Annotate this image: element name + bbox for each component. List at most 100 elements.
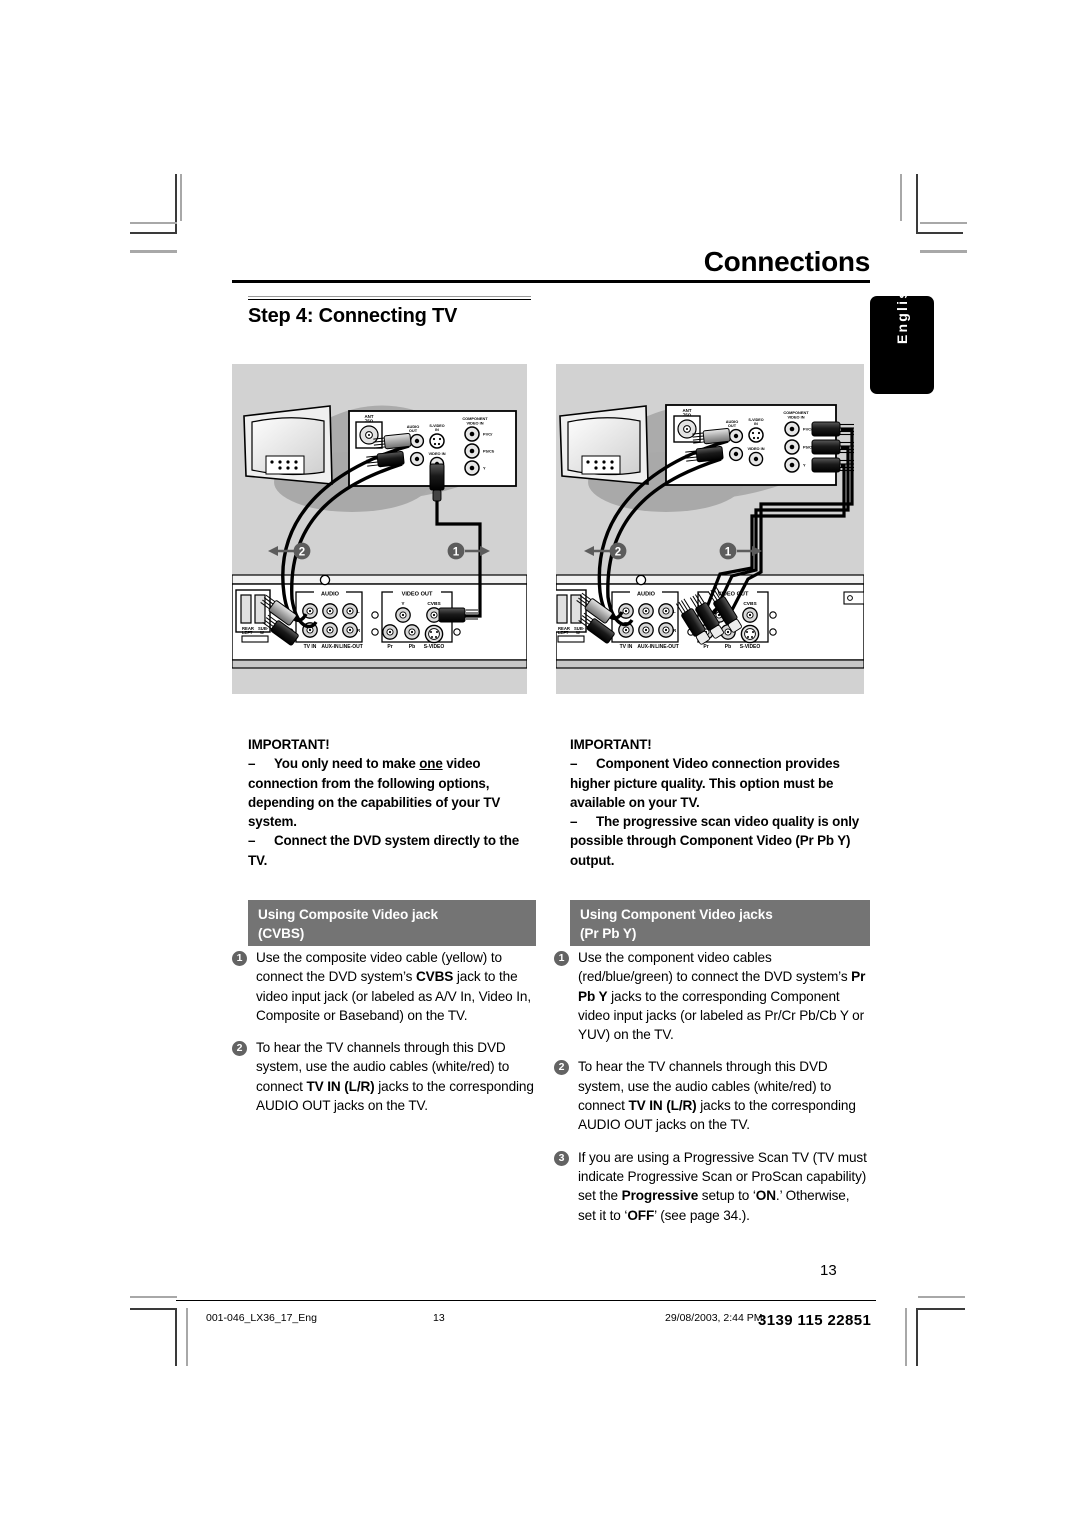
instruction-item: 3 If you are using a Progressive Scan TV … [554,1148,870,1225]
crop-mark-top-left-bleed [180,174,182,221]
svg-text:2: 2 [299,546,305,558]
crop-mark-top-right-horizontal [916,232,963,234]
svg-text:2: 2 [615,546,621,558]
svg-text:IN: IN [435,428,439,432]
crop-mark-bottom-right-vertical [916,1308,918,1366]
svg-text:AUX-IN: AUX-IN [321,644,339,650]
svg-text:S-VIDEO: S-VIDEO [740,644,761,650]
crop-mark-top-right-bleed3 [920,250,967,253]
important-note-right: IMPORTANT! – Component Video connection p… [570,735,870,870]
instruction-fragment: jacks to the corresponding Component vid… [578,988,865,1043]
dash-marker: – [570,756,578,772]
instruction-list-component: 1 Use the component video cables (red/blu… [554,948,870,1238]
component-diagram-illustration: ANT 75Ω AUDIO OUT S-VIDEO IN VIDEO IN CO… [556,404,864,669]
svg-text:Pb: Pb [409,644,415,650]
dash-marker: – [248,756,256,772]
svg-text:IN: IN [754,422,758,426]
footer-divider [176,1300,876,1301]
svg-text:L: L [357,609,360,614]
svg-text:L: L [673,609,676,614]
page-title: Connections [703,246,871,277]
svg-text:Pb: Pb [725,644,731,650]
important-item-left-2-text: Connect the DVD system directly to the T… [248,833,520,868]
page-number: 13 [820,1262,837,1279]
step-rule-dark [248,299,531,300]
important-title-right: IMPORTANT! [570,737,652,752]
crop-mark-top-left-bleed2 [130,222,177,224]
svg-text:Pr/Cr: Pr/Cr [803,427,813,432]
crop-mark-bottom-left-vertical [175,1308,177,1366]
page-header: Connections [232,248,870,283]
section-header-composite: Using Composite Video jack (CVBS) [248,900,536,946]
section-header-component-line1: Using Component Video jacks [580,907,773,922]
footer-filename: 001-046_LX36_17_Eng [206,1312,317,1324]
crop-mark-top-right-bleed2 [920,222,967,224]
important-item-left-1: – You only need to make one video connect… [248,754,536,831]
crop-mark-bottom-left-bleed2 [130,1296,177,1298]
svg-text:LEFT: LEFT [242,630,253,635]
crop-mark-top-right-bleed [900,174,902,221]
instruction-item: 2 To hear the TV channels through this DV… [554,1057,870,1134]
svg-text:CVBS: CVBS [427,601,441,607]
important-item-left-1-pre: You only need to make [274,756,420,772]
crop-mark-top-left-bleed3 [130,250,177,253]
svg-text:Pb/Cb: Pb/Cb [483,449,495,454]
instruction-emphasis: ON [755,1188,776,1204]
important-note-left: IMPORTANT! – You only need to make one vi… [248,735,536,870]
instruction-fragment: Use the component video cables (red/blue… [578,950,852,985]
crop-mark-top-left-horizontal [130,232,177,234]
instruction-number-badge: 2 [554,1060,569,1076]
svg-text:VIDEO IN: VIDEO IN [787,415,804,420]
svg-text:VIDEO IN: VIDEO IN [466,421,483,426]
svg-text:VIDEO OUT: VIDEO OUT [402,592,433,598]
header-divider [232,280,870,283]
instruction-text: Use the composite video cable (yellow) t… [256,950,531,1023]
instruction-text: To hear the TV channels through this DVD… [578,1059,856,1132]
important-item-right-1: – Component Video connection provides hig… [570,754,870,812]
svg-text:OUT: OUT [409,428,418,433]
svg-text:Y: Y [803,463,806,468]
instruction-number-badge: 3 [554,1150,569,1166]
crop-mark-bottom-right-horizontal [918,1308,965,1310]
svg-text:LINE-OUT: LINE-OUT [339,644,363,650]
svg-text:CVBS: CVBS [743,601,757,607]
section-header-composite-line1: Using Composite Video jack [258,907,438,922]
footer-page-number: 13 [433,1312,445,1324]
step-heading-group: Step 4: Connecting TV [248,296,538,328]
important-item-right-1-text: Component Video connection provides high… [570,756,840,810]
instruction-item: 1 Use the composite video cable (yellow) … [232,948,536,1025]
crop-mark-top-right-vertical [916,174,918,234]
crop-mark-bottom-right-bleed [905,1308,907,1366]
svg-text:AUDIO: AUDIO [321,592,340,598]
svg-text:Pr/Cr: Pr/Cr [483,432,493,437]
svg-text:Y: Y [483,466,486,471]
component-video-connection-diagram: ANT 75Ω AUDIO OUT S-VIDEO IN VIDEO IN CO… [556,364,864,694]
important-title-left: IMPORTANT! [248,737,330,752]
svg-text:1: 1 [725,546,732,558]
instruction-number-badge: 1 [232,951,247,966]
crop-mark-top-left-vertical [175,174,177,234]
svg-text:1: 1 [453,546,460,558]
instruction-text: If you are using a Progressive Scan TV (… [578,1150,867,1223]
instruction-list-composite: 1 Use the composite video cable (yellow) … [232,948,536,1128]
svg-text:W: W [260,630,264,635]
footer-timestamp: 29/08/2003, 2:44 PM [665,1312,763,1324]
instruction-text: To hear the TV channels through this DVD… [256,1040,534,1113]
instruction-fragment: setup to ‘ [698,1188,756,1204]
instruction-fragment: ’ (see page 34.). [654,1207,750,1223]
svg-text:AUX-IN: AUX-IN [637,644,655,650]
svg-text:75Ω: 75Ω [365,419,374,424]
instruction-text: Use the component video cables (red/blue… [578,950,865,1042]
crop-mark-bottom-left-horizontal [130,1308,177,1310]
instruction-emphasis: CVBS [415,969,454,985]
instruction-emphasis: OFF [627,1207,655,1223]
svg-text:75Ω: 75Ω [683,413,692,418]
important-item-right-2-text: The progressive scan video quality is on… [570,814,860,868]
composite-video-connection-diagram: ANT 75Ω AUDIO OUT S-VIDEO IN VIDEO IN CO… [232,364,527,694]
important-item-left-1-underline: one [419,756,443,772]
composite-diagram-illustration: ANT 75Ω AUDIO OUT S-VIDEO IN VIDEO IN CO… [232,405,527,669]
svg-text:OUT: OUT [728,423,737,428]
section-header-component: Using Component Video jacks (Pr Pb Y) [570,900,870,946]
crop-mark-bottom-left-bleed [186,1308,188,1366]
section-header-component-line2: (Pr Pb Y) [580,926,637,941]
